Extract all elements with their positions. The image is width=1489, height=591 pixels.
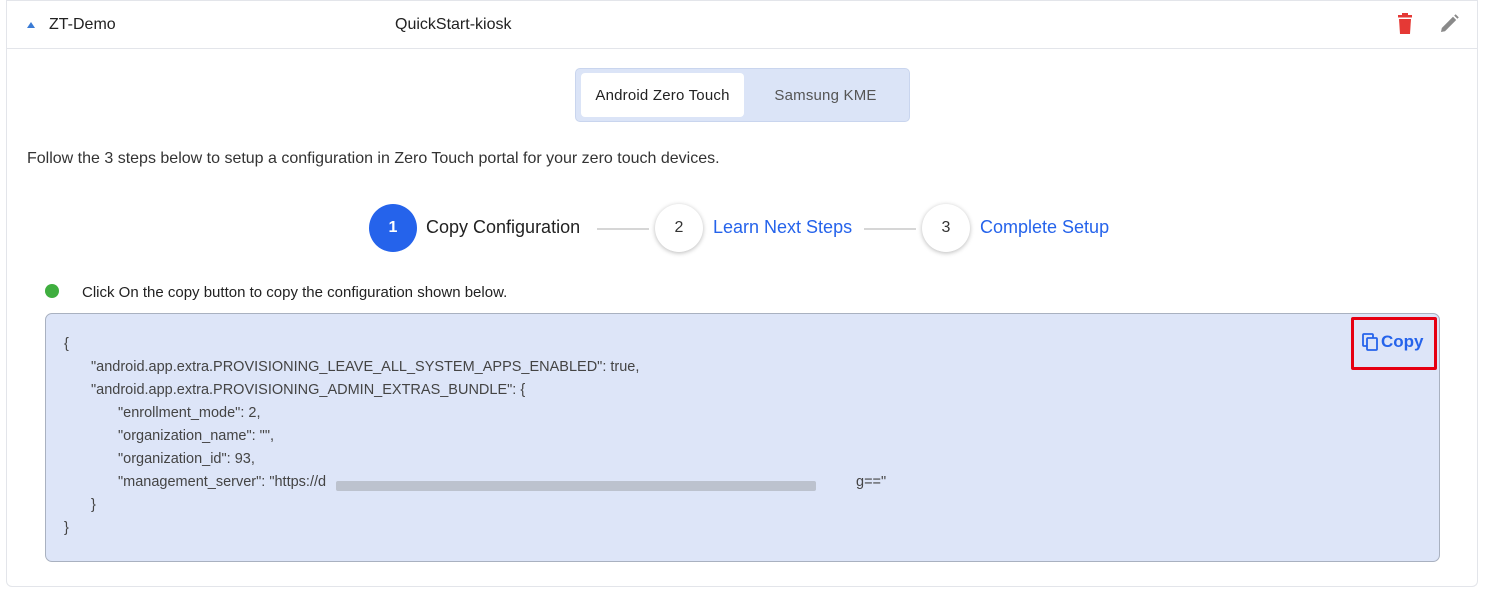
code-line: "management_server": "https://d	[118, 474, 327, 490]
step-2-circle[interactable]: 2	[655, 204, 703, 252]
profile-row-profile: QuickStart-kiosk	[395, 16, 512, 33]
code-line: {	[64, 336, 69, 352]
trash-icon[interactable]	[1395, 13, 1415, 35]
code-line: "android.app.extra.PROVISIONING_LEAVE_AL…	[91, 359, 640, 375]
code-line: g=="	[856, 474, 887, 490]
code-line: "enrollment_mode": 2,	[118, 405, 261, 421]
tab-samsung-kme[interactable]: Samsung KME	[748, 73, 903, 117]
step-1-label: Copy Configuration	[426, 217, 581, 237]
step-3-circle[interactable]: 3	[922, 204, 970, 252]
code-line: "android.app.extra.PROVISIONING_ADMIN_EX…	[91, 382, 526, 398]
step-1-circle: 1	[369, 204, 417, 252]
step-connector	[864, 228, 916, 230]
profile-card: ZT-Demo QuickStart-kiosk Android Zero To…	[6, 0, 1478, 587]
code-line: }	[64, 520, 69, 536]
tab-android-zero-touch[interactable]: Android Zero Touch	[581, 73, 744, 117]
copy-button[interactable]: Copy	[1362, 330, 1424, 354]
profile-row[interactable]: ZT-Demo QuickStart-kiosk	[7, 0, 1477, 49]
pencil-icon[interactable]	[1438, 13, 1460, 35]
caret-up-icon[interactable]	[27, 22, 35, 28]
status-dot-icon	[45, 284, 59, 298]
step-connector	[597, 228, 649, 230]
step-2-label[interactable]: Learn Next Steps	[713, 217, 852, 238]
device-type-tabs: Android Zero Touch Samsung KME	[575, 68, 910, 122]
configuration-code-block: { "android.app.extra.PROVISIONING_LEAVE_…	[45, 313, 1440, 562]
stepper: 1 Copy Configuration 2 Learn Next Steps …	[7, 204, 1477, 252]
copy-button-label: Copy	[1381, 332, 1424, 351]
step-3-label[interactable]: Complete Setup	[980, 217, 1109, 238]
code-line: }	[91, 497, 96, 513]
intro-text: Follow the 3 steps below to setup a conf…	[27, 150, 720, 167]
code-line: "organization_name": "",	[118, 428, 275, 444]
copy-hint: Click On the copy button to copy the con…	[82, 284, 508, 301]
copy-icon	[1362, 333, 1378, 351]
code-line: "organization_id": 93,	[118, 451, 255, 467]
profile-row-name: ZT-Demo	[49, 16, 116, 33]
redacted-url	[336, 481, 816, 491]
